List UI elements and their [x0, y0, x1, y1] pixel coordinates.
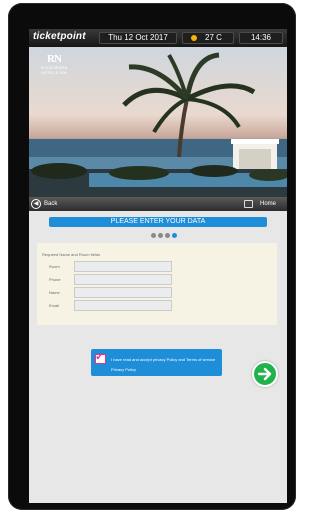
- phone-label: Phone: [49, 277, 61, 282]
- checkmark-icon: ✓: [95, 351, 105, 363]
- step-dot-2: [158, 233, 163, 238]
- arrow-right-icon: [257, 367, 272, 381]
- back-button[interactable]: ◀ Back: [31, 199, 75, 209]
- weather-display: 27 C: [182, 32, 234, 44]
- sun-icon: [191, 35, 197, 41]
- name-field[interactable]: [74, 287, 172, 298]
- date-display: Thu 12 Oct 2017: [99, 32, 177, 44]
- next-button[interactable]: [252, 361, 278, 387]
- status-bar: ticketpoint Thu 12 Oct 2017 27 C 14:36: [29, 29, 287, 47]
- hero-image: RN ROCA NEGRA HOTEL & SPA: [29, 47, 287, 197]
- step-dot-1: [151, 233, 156, 238]
- step-dot-4: [172, 233, 177, 238]
- time-display: 14:36: [239, 32, 283, 44]
- hotel-logo: RN ROCA NEGRA HOTEL & SPA: [34, 53, 74, 75]
- hotel-monogram: RN: [47, 53, 62, 65]
- phone-field[interactable]: [74, 274, 172, 285]
- page-title: PLEASE ENTER YOUR DATA: [49, 217, 267, 227]
- form-row-email: Email: [42, 300, 172, 311]
- room-field[interactable]: [74, 261, 172, 272]
- email-label: Email: [49, 303, 60, 308]
- ticketpoint-logo: ticketpoint: [33, 31, 86, 42]
- form-row-phone: Phone: [42, 274, 172, 285]
- guest-data-form: Required Name and Room fields Room Phone…: [37, 243, 277, 325]
- temperature: 27 C: [205, 33, 222, 42]
- privacy-text: I have read and accept privacy Policy an…: [111, 357, 216, 362]
- home-button[interactable]: Home: [244, 199, 286, 209]
- home-icon: [244, 200, 253, 208]
- kiosk-screen: ticketpoint Thu 12 Oct 2017 27 C 14:36 R…: [29, 29, 287, 503]
- form-row-room: Room: [42, 261, 172, 272]
- nav-bar: ◀ Back Home: [29, 197, 287, 211]
- form-row-name: Name: [42, 287, 172, 298]
- form-title: Required Name and Room fields: [42, 252, 101, 257]
- email-field[interactable]: [74, 300, 172, 311]
- step-indicator: [151, 233, 181, 239]
- home-label: Home: [260, 201, 277, 207]
- back-label: Back: [44, 201, 58, 207]
- name-label: Name: [49, 290, 60, 295]
- back-arrow-icon: ◀: [31, 199, 41, 209]
- step-dot-3: [165, 233, 170, 238]
- privacy-policy-link[interactable]: Privacy Policy: [111, 367, 136, 372]
- room-label: Room: [49, 264, 60, 269]
- privacy-consent: ✓ I have read and accept privacy Policy …: [91, 349, 222, 376]
- privacy-checkbox[interactable]: ✓: [95, 351, 106, 364]
- hotel-subtitle: HOTEL & SPA: [41, 70, 67, 75]
- kiosk-frame: ticketpoint Thu 12 Oct 2017 27 C 14:36 R…: [8, 3, 296, 510]
